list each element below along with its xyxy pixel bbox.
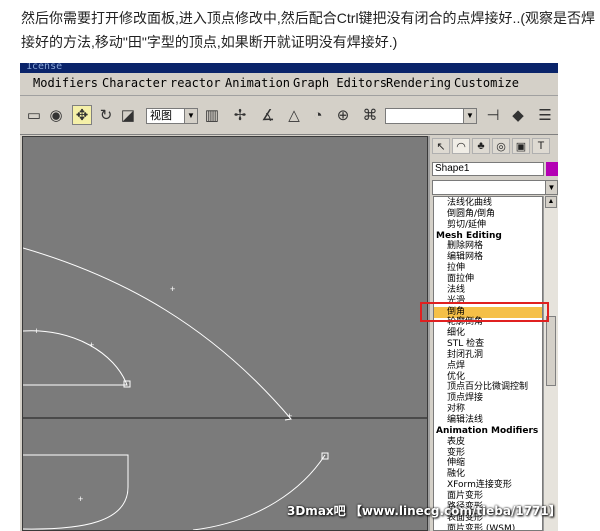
motion-icon[interactable]: ◎ [492, 138, 510, 154]
object-color-swatch[interactable] [546, 162, 558, 176]
instruction-caption: 然后你需要打开修改面板,进入顶点修改中,然后配合Ctrl键把没有闭合的点焊接好.… [21, 10, 595, 50]
chevron-down-icon: ▼ [184, 109, 197, 123]
hierarchy-icon[interactable]: ♣ [472, 138, 490, 154]
view-combo[interactable]: 视图 ▼ [146, 108, 198, 124]
shape-canvas: + + + + + [23, 247, 427, 530]
object-name-field[interactable]: Shape1 [432, 162, 544, 176]
angle-snap-icon[interactable]: ∡ [258, 105, 278, 125]
pivot-icon[interactable]: ▥ [202, 105, 222, 125]
modifier-list-scrollbar[interactable]: ▲ [543, 196, 558, 531]
named-selection-combo[interactable]: ▼ [385, 108, 477, 124]
list-item[interactable]: 删除网格 [434, 241, 542, 252]
select-object-icon[interactable]: ◉ [46, 105, 66, 125]
menu-animation[interactable]: Animation [225, 76, 290, 90]
display-icon[interactable]: ▣ [512, 138, 530, 154]
chevron-down-icon: ▼ [463, 109, 476, 123]
utilities-icon[interactable]: T [532, 138, 550, 154]
list-item[interactable]: 融化 [434, 469, 542, 480]
snap-icon[interactable]: ✢ [230, 105, 250, 125]
command-panel: ↖ ◠ ♣ ◎ ▣ T Shape1 ▼ 法线化曲线 倒圆角/倒角 剪切/延伸 Mes… [430, 136, 558, 531]
menu-bar: Modifiers Character reactor Animation Gr… [20, 73, 558, 96]
list-item[interactable]: 顶点百分比微调控制 [434, 382, 542, 393]
viewport-top[interactable]: + + + + + [22, 136, 428, 531]
list-item[interactable]: 封闭孔洞 [434, 350, 542, 361]
list-item[interactable]: 顶点焊接 [434, 393, 542, 404]
named-selection-icon[interactable]: ⊕ [333, 105, 353, 125]
modify-icon[interactable]: ◠ [452, 138, 470, 154]
list-item[interactable]: 点焊 [434, 361, 542, 372]
layers-icon[interactable]: ☰ [535, 105, 555, 125]
main-toolbar: ▭ ◉ ✥ ↻ ◪ 视图 ▼ ▥ ✢ ∡ △ ◔ ⊕ ⌘ ▼ ⊣ ◆ ☰ [20, 96, 558, 135]
list-item[interactable]: 对称 [434, 404, 542, 415]
list-item[interactable]: 倒圆角/倒角 [434, 209, 542, 220]
edit-named-icon[interactable]: ⌘ [360, 105, 380, 125]
list-item[interactable]: 细化 [434, 328, 542, 339]
list-item[interactable]: 编辑法线 [434, 415, 542, 426]
menu-rendering[interactable]: Rendering [386, 76, 451, 90]
menu-customize[interactable]: Customize [454, 76, 519, 90]
chevron-down-icon: ▼ [545, 181, 557, 194]
list-item[interactable]: STL 检查 [434, 339, 542, 350]
modifier-list-combo[interactable]: ▼ [432, 180, 558, 195]
menu-reactor[interactable]: reactor [170, 76, 221, 90]
mirror-icon[interactable]: ⊣ [483, 105, 503, 125]
vertex-marker: + [170, 284, 175, 294]
window-titlebar: 1cense [20, 63, 558, 73]
command-panel-tabs: ↖ ◠ ♣ ◎ ▣ T [430, 136, 558, 156]
list-item[interactable]: 伸缩 [434, 458, 542, 469]
percent-snap-icon[interactable]: △ [284, 105, 304, 125]
list-item[interactable]: 法线化曲线 [434, 198, 542, 209]
vertex-marker: + [89, 340, 94, 350]
create-icon[interactable]: ↖ [432, 138, 450, 154]
modifier-list: 法线化曲线 倒圆角/倒角 剪切/延伸 Mesh Editing 删除网格 编辑网格 拉伸 面拉… [433, 196, 543, 531]
list-item[interactable]: 变形 [434, 448, 542, 459]
list-item[interactable]: 面片变形 [434, 491, 542, 502]
watermark-text: 3Dmax吧 【www.linecg.com/tieba/1771】 [287, 504, 561, 518]
scale-icon[interactable]: ◪ [118, 105, 138, 125]
max-window: 1cense Modifiers Character reactor Anima… [20, 63, 558, 531]
scroll-thumb[interactable] [546, 316, 556, 386]
list-item[interactable]: 面拉伸 [434, 274, 542, 285]
select-region-icon[interactable]: ▭ [24, 105, 44, 125]
list-item[interactable]: 拉伸 [434, 263, 542, 274]
list-item[interactable]: 面片变形 (WSM) [434, 524, 542, 531]
vertex-marker: + [287, 411, 292, 421]
lower-inner-curve [23, 454, 129, 530]
view-combo-value: 视图 [150, 110, 172, 122]
list-group-header: Animation Modifiers [436, 425, 539, 436]
vertex-marker: + [34, 326, 39, 336]
menu-character[interactable]: Character [102, 76, 167, 90]
align-icon[interactable]: ◆ [508, 105, 528, 125]
spinner-snap-icon[interactable]: ◔ [308, 105, 328, 125]
menu-graph-editors[interactable]: Graph Editors [293, 76, 387, 90]
list-item[interactable]: 编辑网格 [434, 252, 542, 263]
list-item[interactable]: 优化 [434, 372, 542, 383]
rotate-icon[interactable]: ↻ [96, 105, 116, 125]
list-item[interactable]: 法线 [434, 285, 542, 296]
annotation-highlight-box [420, 302, 549, 322]
list-item[interactable]: 剪切/延伸 [434, 220, 542, 231]
list-item[interactable]: 表皮 [434, 437, 542, 448]
list-group-header: Mesh Editing [436, 230, 502, 241]
window-title: 1cense [26, 63, 63, 72]
outer-arc-curve [23, 247, 292, 421]
vertex-marker: + [78, 494, 83, 504]
list-item[interactable]: XForm连接变形 [434, 480, 542, 491]
scroll-up-icon[interactable]: ▲ [545, 196, 557, 208]
move-icon[interactable]: ✥ [72, 105, 92, 125]
inner-arc-curve [23, 330, 128, 386]
menu-modifiers[interactable]: Modifiers [33, 76, 98, 90]
